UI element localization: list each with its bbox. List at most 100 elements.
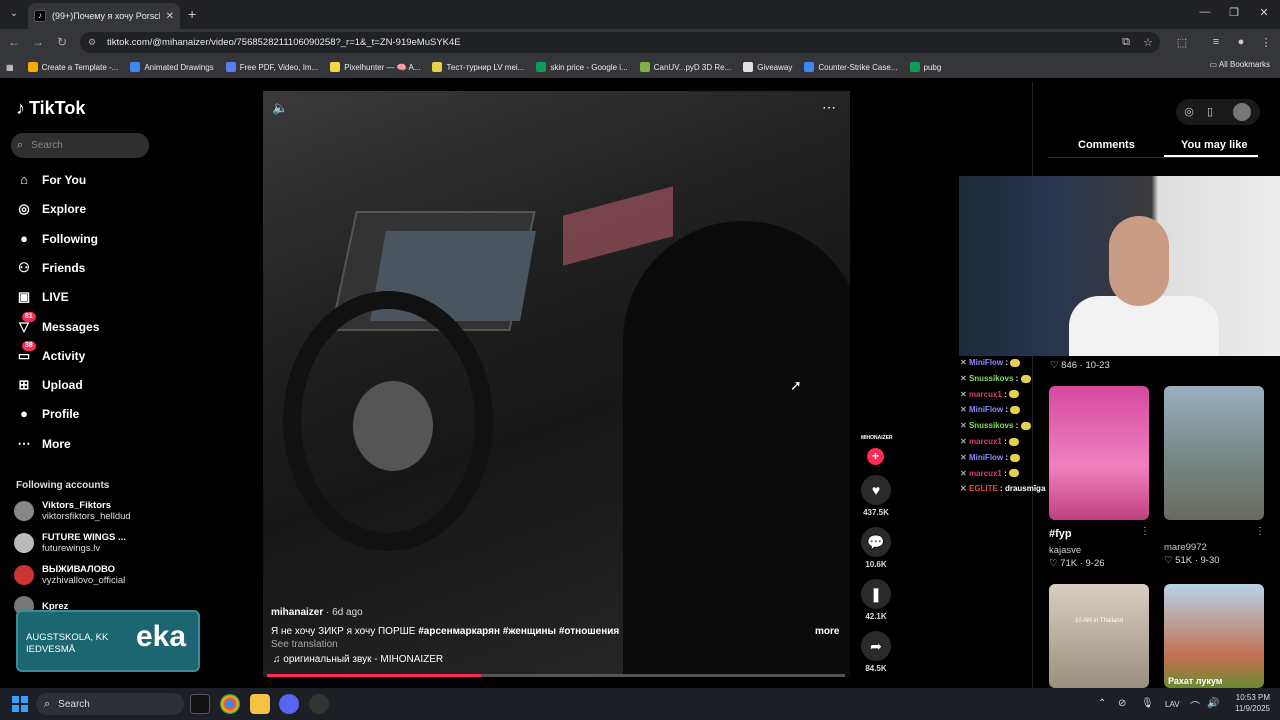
stream-chat: ✕ MiniFlow : ✕ Snussikovs : ✕ marcux1 : … [960, 355, 1050, 497]
like-button[interactable]: ♥ 437.5K [858, 475, 894, 517]
new-tab-icon[interactable]: + [188, 6, 196, 22]
bookmark-item[interactable]: Counter-Strike Case... [804, 62, 898, 72]
bookmark-star-icon[interactable]: ☆ [1140, 36, 1156, 49]
close-tab-icon[interactable]: ✕ [166, 11, 174, 22]
chat-badge-icon: ✕ [960, 389, 969, 399]
install-app-icon[interactable]: ⧉ [1118, 36, 1134, 49]
bookmark-item[interactable]: pubg [909, 62, 941, 72]
tray-chevron-icon[interactable]: ⌃ [1098, 698, 1106, 709]
card-2-meta: ♡ 51K · 9-30 [1164, 555, 1220, 566]
card-1-more-icon[interactable]: ⋮ [1140, 526, 1150, 537]
taskbar-clock[interactable]: 10:53 PM 11/9/2025 [1224, 692, 1270, 714]
coin-icon[interactable]: ◎ [1180, 103, 1198, 121]
reload-icon[interactable]: ↻ [54, 35, 70, 49]
chat-emote-icon [1020, 422, 1031, 431]
bookmark-item[interactable]: Create a Template -... [27, 62, 118, 72]
active-tab-underline [1164, 155, 1258, 157]
share-button[interactable]: ➦ 84.5K [858, 631, 894, 673]
recommended-card-4[interactable]: Рахат лукум [1164, 584, 1264, 688]
browser-tab[interactable]: ♪ (99+)Почему я хочу Porsche, а ✕ [28, 3, 180, 29]
steering-hub [353, 381, 433, 471]
tab-comments[interactable]: Comments [1078, 139, 1135, 151]
back-icon[interactable]: ← [6, 35, 22, 49]
bookmark-item[interactable]: Pixelhunter — 🧠 A... [330, 62, 420, 72]
tray-mic-icon[interactable]: 🎙 [1141, 698, 1154, 709]
nav-item-friends[interactable]: ⚇ Friends [16, 260, 85, 276]
nav-item-live[interactable]: ▣ LIVE [16, 289, 69, 305]
chrome-icon[interactable] [220, 694, 240, 714]
forward-icon[interactable]: → [30, 35, 46, 49]
nav-item-explore[interactable]: ◎ Explore [16, 201, 86, 217]
search-input[interactable]: ⌕ Search [11, 133, 149, 158]
comment-button[interactable]: 💬 10.6K [858, 527, 894, 569]
tray-volume-icon[interactable]: 🔊 [1207, 698, 1219, 709]
card-2-author[interactable]: mare9972 [1164, 542, 1207, 553]
bookmark-item[interactable]: Animated Drawings [130, 62, 214, 72]
restore-icon[interactable]: ❐ [1224, 6, 1244, 19]
follow-plus-icon[interactable]: + [867, 448, 884, 465]
nav-item-messages[interactable]: ▽ 81 Messages [16, 311, 99, 335]
video-author[interactable]: mihanaizer · 6d ago [271, 607, 363, 618]
discord-icon[interactable] [279, 694, 299, 714]
nav-item-profile[interactable]: ● Profile [16, 406, 79, 422]
file-explorer-icon[interactable] [250, 694, 270, 714]
nav-label: Following [42, 231, 98, 246]
video-progress-bar[interactable] [267, 674, 845, 677]
taskbar-search[interactable]: ⌕ Search [36, 693, 184, 715]
url-input[interactable]: ⚙ tiktok.com/@mihanaizer/video/756852821… [80, 32, 1160, 53]
all-bookmarks-button[interactable]: ▭ All Bookmarks [1210, 60, 1270, 69]
tab-search-icon[interactable]: ⌄ [6, 6, 22, 22]
app-icon[interactable] [309, 694, 329, 714]
nav-item-following[interactable]: ● Following [16, 231, 98, 247]
tray-language[interactable]: LAV [1165, 700, 1180, 709]
apps-grid-icon[interactable]: ▦ [6, 63, 14, 72]
sound-link[interactable]: ♫ оригинальный звук - MIHONAIZER [273, 654, 443, 665]
see-translation-link[interactable]: See translation [271, 639, 338, 650]
nav-item-upload[interactable]: ⊞ Upload [16, 377, 83, 393]
card-1-title[interactable]: #fyp [1049, 528, 1072, 540]
bookmark-item[interactable]: Free PDF, Video, Im... [225, 62, 318, 72]
tray-network-icon[interactable]: ⊘ [1118, 698, 1126, 709]
following-account[interactable]: Viktors_Fiktors viktorsfiktors_helldud [14, 500, 131, 522]
desc-hashtags[interactable]: #арсенмаркарян #женщины #отношения [418, 626, 619, 637]
device-icon[interactable]: ▯ [1201, 103, 1219, 121]
avatar [14, 565, 34, 585]
author-name[interactable]: mihanaizer [271, 607, 323, 618]
nav-item-activity[interactable]: ▭ 38 Activity [16, 340, 85, 364]
bookmark-item[interactable]: Giveaway [743, 62, 792, 72]
extensions-icon[interactable]: ⬚ [1174, 36, 1190, 49]
tiktok-logo[interactable]: ♪ TikTok [16, 98, 85, 119]
profile-avatar-icon[interactable]: ● [1233, 36, 1249, 48]
user-avatar[interactable] [1233, 103, 1251, 121]
nav-item-more[interactable]: ⋯ More [16, 436, 71, 452]
card-2-more-icon[interactable]: ⋮ [1255, 526, 1265, 537]
bookmark-item[interactable]: skin price - Google i... [536, 62, 628, 72]
tray-wifi-icon[interactable]: ⌒ [1190, 698, 1200, 713]
volume-icon[interactable]: 🔈 [272, 100, 288, 116]
task-view-icon[interactable] [190, 694, 210, 714]
close-window-icon[interactable]: ✕ [1254, 6, 1274, 19]
card-1-author[interactable]: kajasve [1049, 545, 1081, 556]
tab-you-may-like[interactable]: You may like [1181, 139, 1247, 151]
reading-list-icon[interactable]: ≡ [1208, 36, 1224, 48]
recommended-card-1[interactable] [1049, 386, 1149, 520]
video-player[interactable] [263, 91, 850, 677]
minimize-icon[interactable]: — [1195, 6, 1215, 18]
following-account[interactable]: FUTURE WINGS ... futurewings.lv [14, 532, 126, 554]
chat-username: MiniFlow [968, 452, 1004, 462]
following-account[interactable]: ВЫЖИВАЛОВО vyzhivallovo_official [14, 564, 125, 586]
creator-avatar[interactable]: MIHONAIZER [861, 435, 893, 441]
description-more-link[interactable]: more [815, 626, 839, 637]
bookmark-item[interactable]: CanUV...pyD 3D Re... [639, 62, 731, 72]
notification-badge: 38 [22, 340, 36, 351]
chat-badge-icon: ✕ [960, 405, 969, 415]
menu-kebab-icon[interactable]: ⋮ [1258, 36, 1274, 49]
bookmark-item[interactable]: Тест-турнир LV mei... [432, 62, 524, 72]
video-more-icon[interactable]: ⋯ [822, 99, 836, 116]
recommended-card-2[interactable] [1164, 386, 1264, 520]
recommended-card-3[interactable]: 10 AM in Thailand [1049, 584, 1149, 688]
site-info-icon[interactable]: ⚙ [88, 37, 99, 48]
save-button[interactable]: ❚ 42.1K [858, 579, 894, 621]
nav-item-for-you[interactable]: ⌂ For You [16, 172, 86, 188]
windows-start-icon[interactable] [12, 696, 28, 712]
